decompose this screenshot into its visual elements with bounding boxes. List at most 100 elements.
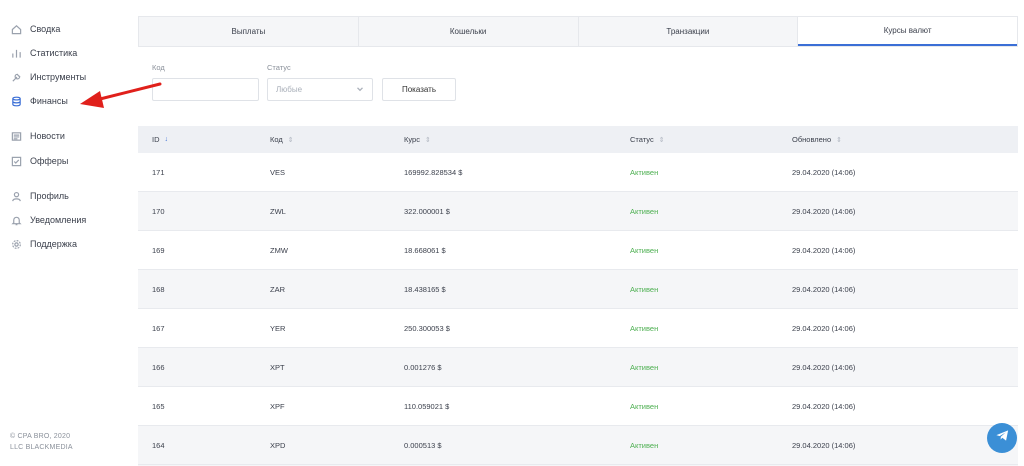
cell-id: 164 bbox=[152, 440, 165, 450]
column-header-status[interactable]: Статус ⇕ bbox=[630, 126, 665, 153]
telegram-button[interactable] bbox=[987, 423, 1017, 453]
code-input[interactable] bbox=[152, 78, 259, 101]
tab-wallets[interactable]: Кошельки bbox=[358, 17, 579, 46]
sidebar: Сводка Статистика Инструменты Финансы Но… bbox=[0, 0, 132, 466]
status-badge: Активен bbox=[630, 401, 659, 411]
table-row: 168 ZAR 18.438165 $ Активен 29.04.2020 (… bbox=[138, 270, 1018, 309]
sort-icon: ⇕ bbox=[836, 136, 842, 144]
cell-updated: 29.04.2020 (14:06) bbox=[792, 206, 856, 216]
telegram-icon bbox=[995, 428, 1010, 448]
home-icon bbox=[10, 23, 22, 35]
status-badge: Активен bbox=[630, 206, 659, 216]
cell-id: 171 bbox=[152, 167, 165, 177]
status-select-value: Любые bbox=[276, 85, 303, 94]
cell-rate: 110.059021 $ bbox=[404, 401, 450, 411]
cell-rate: 0.000513 $ bbox=[404, 440, 442, 450]
table-row: 170 ZWL 322.000001 $ Активен 29.04.2020 … bbox=[138, 192, 1018, 231]
user-icon bbox=[10, 190, 22, 202]
chevron-down-icon bbox=[356, 85, 364, 95]
status-label: Статус bbox=[267, 63, 291, 72]
table-row: 165 XPF 110.059021 $ Активен 29.04.2020 … bbox=[138, 387, 1018, 426]
table-row: 171 VES 169992.828534 $ Активен 29.04.20… bbox=[138, 153, 1018, 192]
cell-updated: 29.04.2020 (14:06) bbox=[792, 362, 856, 372]
status-badge: Активен bbox=[630, 167, 659, 177]
cell-code: YER bbox=[270, 323, 286, 333]
database-icon bbox=[10, 95, 22, 107]
sidebar-item-label: Новости bbox=[30, 131, 65, 141]
cell-code: VES bbox=[270, 167, 286, 177]
sidebar-item-label: Инструменты bbox=[30, 72, 87, 82]
copyright-footer: © CPA BRO, 2020 LLC BLACKMEDIA bbox=[10, 433, 73, 451]
cell-code: ZAR bbox=[270, 284, 285, 294]
cell-id: 168 bbox=[152, 284, 165, 294]
cell-id: 165 bbox=[152, 401, 165, 411]
column-header-rate[interactable]: Курс ⇕ bbox=[404, 126, 431, 153]
tab-payouts[interactable]: Выплаты bbox=[139, 17, 359, 46]
cell-updated: 29.04.2020 (14:06) bbox=[792, 401, 856, 411]
bar-chart-icon bbox=[10, 47, 22, 59]
cell-updated: 29.04.2020 (14:06) bbox=[792, 245, 856, 255]
cell-code: XPT bbox=[270, 362, 285, 372]
cell-id: 167 bbox=[152, 323, 165, 333]
cell-code: ZMW bbox=[270, 245, 288, 255]
status-badge: Активен bbox=[630, 362, 659, 372]
cell-id: 166 bbox=[152, 362, 165, 372]
sort-icon: ⇕ bbox=[658, 136, 665, 144]
cell-rate: 322.000001 $ bbox=[404, 206, 450, 216]
sidebar-item-label: Офферы bbox=[30, 156, 69, 166]
sidebar-item-label: Уведомления bbox=[30, 215, 87, 225]
cell-rate: 169992.828534 $ bbox=[404, 167, 463, 177]
code-label: Код bbox=[152, 63, 165, 72]
cell-rate: 18.668061 $ bbox=[404, 245, 446, 255]
table-row: 169 ZMW 18.668061 $ Активен 29.04.2020 (… bbox=[138, 231, 1018, 270]
table-row: 166 XPT 0.001276 $ Активен 29.04.2020 (1… bbox=[138, 348, 1018, 387]
status-badge: Активен bbox=[630, 440, 659, 450]
column-header-code[interactable]: Код ⇕ bbox=[270, 126, 294, 153]
sidebar-item-label: Сводка bbox=[30, 24, 61, 34]
sidebar-item-statistics[interactable]: Статистика bbox=[10, 45, 77, 61]
sort-icon: ⇕ bbox=[424, 136, 431, 144]
status-select[interactable]: Любые bbox=[267, 78, 373, 101]
sort-desc-icon: ↓ bbox=[164, 136, 169, 143]
bell-icon bbox=[10, 214, 22, 226]
cell-id: 170 bbox=[152, 206, 165, 216]
cell-updated: 29.04.2020 (14:06) bbox=[792, 284, 856, 294]
table-row: 164 XPD 0.000513 $ Активен 29.04.2020 (1… bbox=[138, 426, 1018, 465]
main-content: Выплаты Кошельки Транзакции Курсы валют … bbox=[138, 16, 1018, 466]
sidebar-item-label: Поддержка bbox=[30, 239, 77, 249]
tab-transactions[interactable]: Транзакции bbox=[578, 17, 799, 46]
sort-icon: ⇕ bbox=[287, 136, 294, 144]
status-badge: Активен bbox=[630, 323, 659, 333]
column-header-updated[interactable]: Обновлено ⇕ bbox=[792, 126, 842, 153]
sidebar-item-label: Статистика bbox=[30, 48, 78, 58]
table-row: 167 YER 250.300053 $ Активен 29.04.2020 … bbox=[138, 309, 1018, 348]
sidebar-item-profile[interactable]: Профиль bbox=[10, 188, 69, 204]
sidebar-item-news[interactable]: Новости bbox=[10, 128, 65, 144]
cell-code: ZWL bbox=[270, 206, 286, 216]
tab-exchange-rates[interactable]: Курсы валют bbox=[798, 17, 1017, 46]
cell-updated: 29.04.2020 (14:06) bbox=[792, 167, 856, 177]
cell-updated: 29.04.2020 (14:06) bbox=[792, 440, 856, 450]
cell-rate: 250.300053 $ bbox=[404, 323, 450, 333]
cell-id: 169 bbox=[152, 245, 165, 255]
status-badge: Активен bbox=[630, 284, 659, 294]
sidebar-item-summary[interactable]: Сводка bbox=[10, 21, 60, 37]
table-header: ID ↓ Код ⇕ Курс ⇕ Статус ⇕ Обновлено ⇕ bbox=[138, 126, 1018, 153]
newspaper-icon bbox=[10, 130, 22, 142]
sidebar-item-offers[interactable]: Офферы bbox=[10, 153, 68, 169]
sidebar-item-notifications[interactable]: Уведомления bbox=[10, 212, 86, 228]
show-button[interactable]: Показать bbox=[382, 78, 456, 101]
gear-icon bbox=[10, 238, 22, 250]
cell-code: XPF bbox=[270, 401, 285, 411]
sidebar-item-tools[interactable]: Инструменты bbox=[10, 69, 86, 85]
cell-rate: 0.001276 $ bbox=[404, 362, 442, 372]
cell-code: XPD bbox=[270, 440, 286, 450]
sidebar-item-finance[interactable]: Финансы bbox=[10, 93, 68, 109]
column-header-id[interactable]: ID ↓ bbox=[152, 126, 168, 153]
sidebar-item-support[interactable]: Поддержка bbox=[10, 236, 77, 252]
status-badge: Активен bbox=[630, 245, 659, 255]
wrench-icon bbox=[10, 71, 22, 83]
cell-updated: 29.04.2020 (14:06) bbox=[792, 323, 856, 333]
cell-rate: 18.438165 $ bbox=[404, 284, 446, 294]
checklist-icon bbox=[10, 155, 22, 167]
